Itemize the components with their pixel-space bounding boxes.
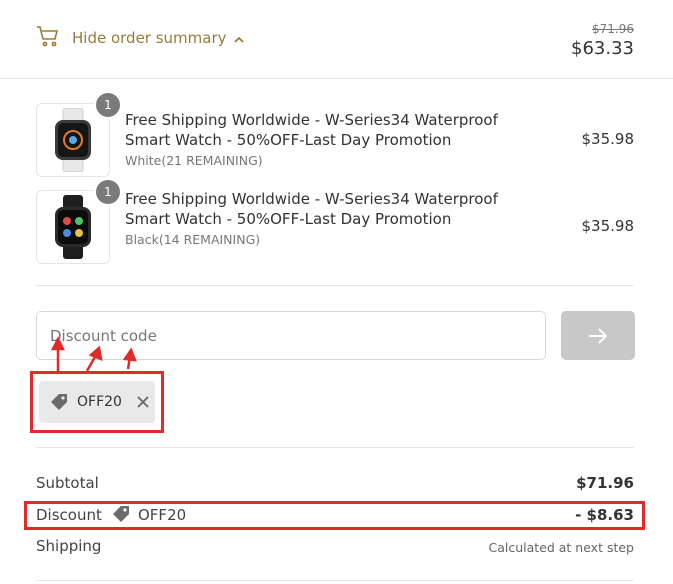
cart-icon[interactable]	[36, 24, 60, 48]
section-divider	[36, 447, 634, 448]
section-divider	[36, 285, 634, 286]
applied-discount-chip: OFF20	[39, 381, 155, 423]
smartwatch-image	[55, 195, 91, 259]
remove-discount-button[interactable]	[136, 395, 150, 409]
product-title: Free Shipping Worldwide - W-Series34 Wat…	[125, 190, 498, 228]
apply-discount-button[interactable]	[561, 311, 635, 360]
smartwatch-image	[55, 108, 91, 172]
discount-value: - $8.63	[575, 506, 634, 524]
shipping-value: Calculated at next step	[488, 540, 634, 555]
toggle-order-summary-button[interactable]: Hide order summary	[72, 29, 245, 47]
shipping-label: Shipping	[36, 537, 102, 555]
product-price: $35.98	[581, 130, 635, 148]
order-total-price: $63.33	[571, 38, 634, 59]
arrow-right-icon	[589, 327, 608, 344]
toggle-order-summary-label: Hide order summary	[72, 29, 227, 47]
product-variant: Black(14 REMAINING)	[125, 232, 261, 247]
quantity-badge: 1	[94, 178, 122, 206]
quantity-badge: 1	[94, 91, 122, 119]
annotation-arrows	[50, 336, 137, 373]
discount-label: Discount	[36, 506, 102, 524]
close-icon	[137, 396, 149, 408]
tag-icon	[51, 394, 67, 410]
subtotal-value: $71.96	[576, 474, 634, 492]
compare-at-price: $71.96	[592, 22, 634, 36]
subtotal-label: Subtotal	[36, 474, 99, 492]
section-divider	[36, 580, 634, 581]
product-variant: White(21 REMAINING)	[125, 153, 263, 168]
discount-code-summary: OFF20	[138, 506, 187, 524]
chevron-up-icon	[233, 32, 245, 44]
applied-discount-code: OFF20	[77, 394, 122, 410]
tag-icon	[111, 504, 131, 528]
product-price: $35.98	[581, 217, 635, 235]
product-title: Free Shipping Worldwide - W-Series34 Wat…	[125, 111, 498, 149]
